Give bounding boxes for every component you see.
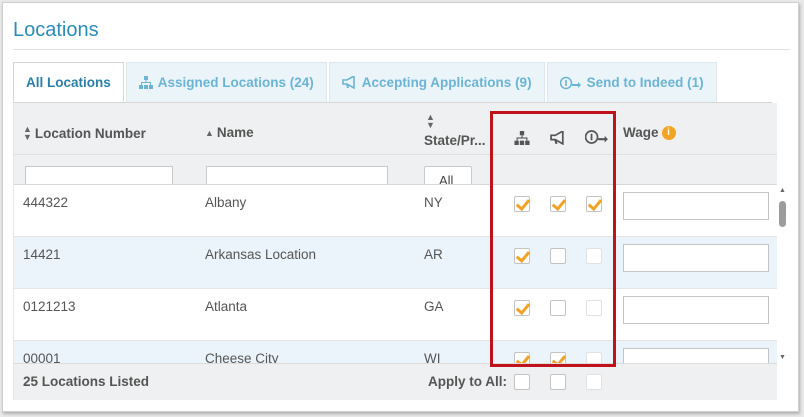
highlight-box	[490, 111, 616, 367]
location-number-cell: 0121213	[23, 299, 76, 314]
tab-send-to-indeed[interactable]: Send to Indeed (1)	[546, 62, 717, 102]
tab-label: Send to Indeed (1)	[586, 75, 704, 90]
tab-label: All Locations	[26, 74, 111, 90]
state-cell: GA	[424, 299, 444, 314]
name-filter-input[interactable]	[206, 166, 388, 184]
tab-label: Accepting Applications (9)	[361, 75, 532, 90]
title-divider	[13, 49, 790, 50]
column-label: Name	[216, 125, 254, 140]
column-label: State/Pr...	[424, 133, 486, 148]
wage-input[interactable]	[623, 348, 769, 363]
indeed-send-icon	[559, 76, 582, 90]
name-cell: Atlanta	[205, 299, 248, 314]
wage-input[interactable]	[623, 296, 769, 324]
apply-to-all-label: Apply to All:	[428, 374, 507, 389]
column-header-wage[interactable]: Wage i	[623, 125, 676, 140]
tab-accepting-applications[interactable]: Accepting Applications (9)	[328, 62, 545, 102]
grid-footer: 25 Locations Listed Apply to All:	[14, 363, 777, 400]
column-header-location-number[interactable]: ▲ ▼ Location Number	[23, 124, 146, 142]
name-cell: Albany	[205, 195, 247, 210]
wage-input[interactable]	[623, 192, 769, 220]
locations-panel: Locations All Locations Assigned Locatio…	[2, 2, 799, 412]
table-row[interactable]: 00001 Cheese City WI	[14, 341, 777, 363]
apply-all-accepting-checkbox[interactable]	[550, 374, 566, 390]
state-filter-select[interactable]: All	[424, 166, 472, 184]
sort-both-icon: ▲ ▼	[426, 112, 435, 130]
hierarchy-icon	[138, 76, 153, 89]
table-row[interactable]: 444322 Albany NY	[14, 185, 777, 237]
page-title: Locations	[13, 19, 99, 41]
apply-all-assigned-checkbox[interactable]	[514, 374, 530, 390]
filter-row: All	[14, 155, 777, 185]
vertical-scrollbar[interactable]: ▲ ▼	[777, 185, 787, 363]
column-header-state[interactable]: ▲ ▼ State/Pr...	[424, 112, 486, 149]
sort-both-icon: ▲ ▼	[23, 124, 32, 142]
location-number-filter-input[interactable]	[25, 166, 173, 184]
table-row[interactable]: 0121213 Atlanta GA	[14, 289, 777, 341]
location-number-cell: 14421	[23, 247, 61, 262]
state-cell: NY	[424, 195, 443, 210]
wage-input[interactable]	[623, 244, 769, 272]
megaphone-icon	[341, 76, 357, 89]
locations-count: 25 Locations Listed	[23, 374, 150, 389]
grid-header: ▲ ▼ Location Number ▲ Name ▲ ▼ State/Pr...	[14, 103, 777, 155]
table-row[interactable]: 14421 Arkansas Location AR	[14, 237, 777, 289]
scrollbar-thumb[interactable]	[779, 201, 786, 227]
tab-label: Assigned Locations (24)	[157, 75, 314, 90]
location-number-cell: 00001	[23, 351, 61, 363]
scroll-down-icon[interactable]: ▼	[779, 354, 786, 361]
state-cell: WI	[424, 351, 441, 363]
state-cell: AR	[424, 247, 443, 262]
scroll-up-icon[interactable]: ▲	[779, 187, 786, 194]
tab-bar: All Locations Assigned Locations (24) Ac…	[13, 62, 719, 102]
name-cell: Cheese City	[205, 351, 279, 363]
location-number-cell: 444322	[23, 195, 69, 210]
tab-assigned-locations[interactable]: Assigned Locations (24)	[125, 62, 327, 102]
grid-body: 444322 Albany NY 14421 Arkansas Location…	[14, 185, 777, 363]
locations-grid: ▲ ▼ Location Number ▲ Name ▲ ▼ State/Pr...	[13, 103, 786, 400]
column-label: Wage	[623, 125, 659, 140]
column-label: Location Number	[34, 125, 146, 141]
name-cell: Arkansas Location	[205, 247, 317, 262]
sort-ascending-icon: ▲	[205, 127, 214, 138]
apply-all-indeed-checkbox[interactable]	[586, 374, 602, 390]
info-icon[interactable]: i	[661, 125, 676, 140]
column-header-name[interactable]: ▲ Name	[205, 125, 254, 140]
tab-all-locations[interactable]: All Locations	[13, 62, 124, 102]
